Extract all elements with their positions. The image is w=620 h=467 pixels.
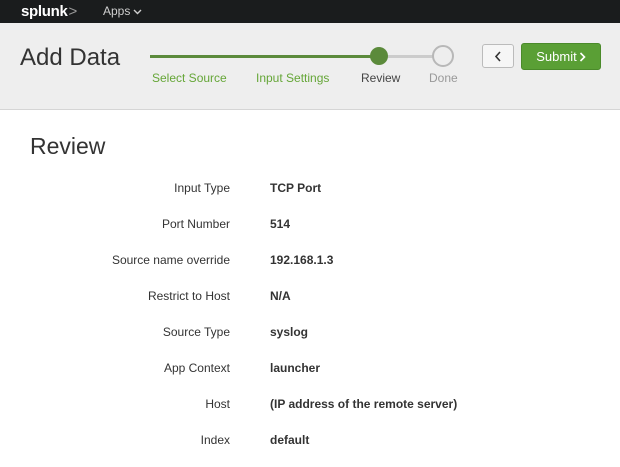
review-value: N/A [270,289,291,303]
chevron-left-icon [494,51,501,62]
review-value: TCP Port [270,181,322,195]
step-marker-current [370,47,388,65]
review-label: Input Type [174,181,230,195]
apps-menu[interactable]: Apps [103,4,142,18]
step-input-settings: Input Settings [256,71,330,85]
review-row-host: Host (IP address of the remote server) [0,397,620,417]
step-select-source: Select Source [152,71,227,85]
review-heading: Review [30,133,106,159]
review-value: syslog [270,325,309,339]
submit-button-label: Submit [536,49,577,64]
step-marker-pending [432,45,454,67]
review-label: Source Type [162,325,230,339]
review-row-source-name-override: Source name override 192.168.1.3 [0,253,620,273]
review-row-restrict-to-host: Restrict to Host N/A [0,289,620,309]
review-label: App Context [163,361,230,375]
review-value: launcher [270,361,321,375]
step-done: Done [429,71,458,85]
chevron-right-icon [579,51,586,62]
splunk-logo[interactable]: splunk> [21,3,77,20]
review-row-input-type: Input Type TCP Port [0,181,620,201]
review-label: Restrict to Host [147,289,230,303]
review-label: Port Number [161,217,230,231]
review-value: (IP address of the remote server) [270,397,458,411]
review-row-source-type: Source Type syslog [0,325,620,345]
review-row-app-context: App Context launcher [0,361,620,381]
step-review: Review [361,71,401,85]
logo-chevron: > [68,3,78,20]
review-value: default [270,433,310,447]
back-button[interactable] [482,44,514,68]
review-label: Host [205,397,230,411]
step-track-complete [150,55,380,58]
top-nav-bar: splunk> Apps [0,0,620,23]
logo-text: splunk [21,3,68,20]
wizard-header: Add Data Select Source Input Settings Re… [0,23,620,110]
review-label: Source name override [111,253,230,267]
review-row-port-number: Port Number 514 [0,217,620,237]
review-value: 192.168.1.3 [270,253,334,267]
review-label: Index [200,433,230,447]
review-row-index: Index default [0,433,620,453]
submit-button[interactable]: Submit [521,43,601,70]
review-value: 514 [270,217,291,231]
apps-menu-label: Apps [103,4,131,18]
chevron-down-icon [133,9,142,15]
